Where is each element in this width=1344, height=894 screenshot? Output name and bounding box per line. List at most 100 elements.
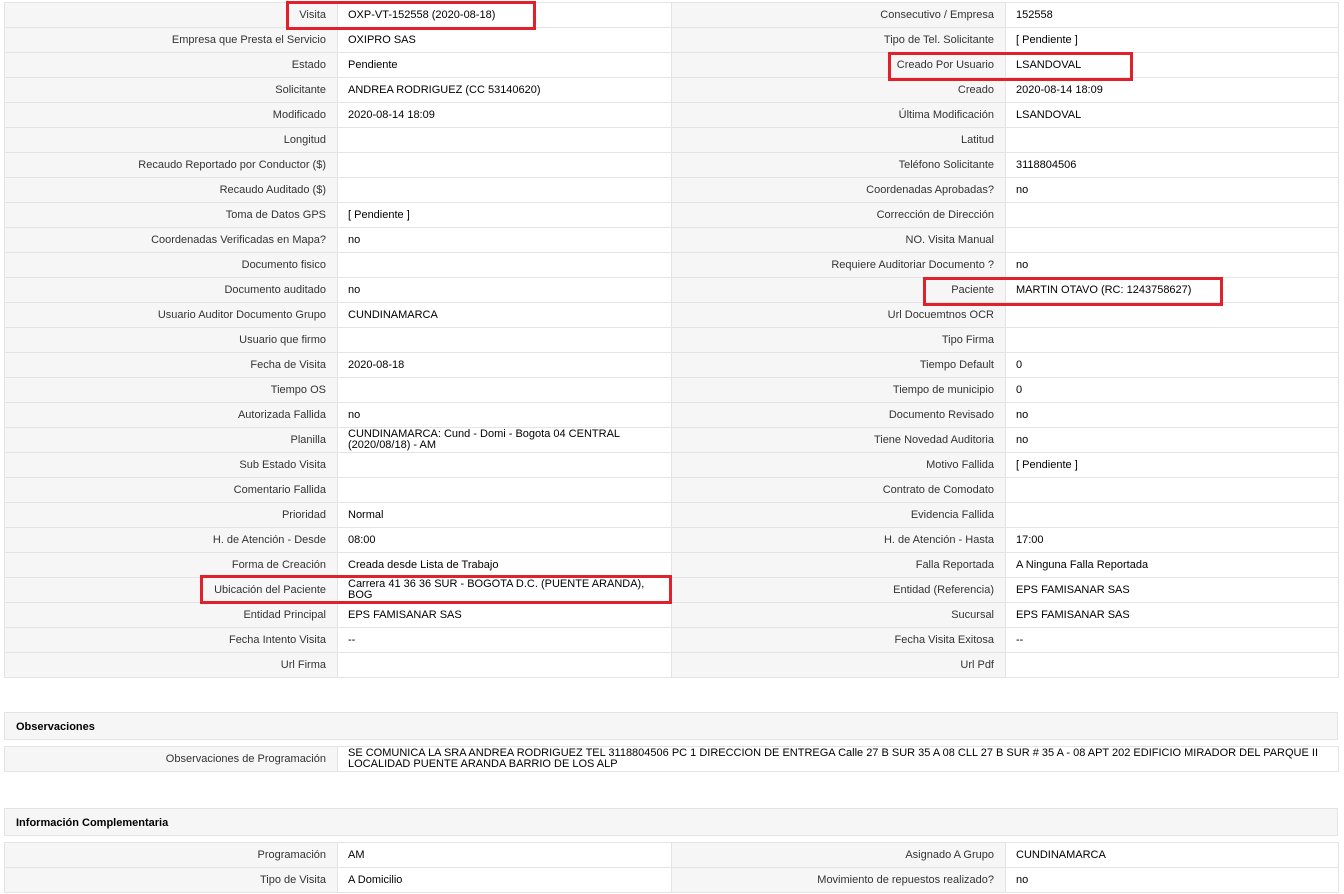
field-value (1005, 302, 1339, 328)
field-label: Empresa que Presta el Servicio (4, 27, 338, 53)
field-value: MARTIN OTAVO (RC: 1243758627) (1005, 277, 1339, 303)
field-value (337, 377, 672, 403)
table-row: Usuario que firmo Tipo Firma (4, 327, 1339, 353)
field-value (337, 452, 672, 478)
table-row: Solicitante ANDREA RODRIGUEZ (CC 53140620… (4, 77, 1339, 103)
field-value: no (337, 227, 672, 253)
field-value (1005, 477, 1339, 503)
field-label: Prioridad (4, 502, 338, 528)
field-label: Ubicación del Paciente (4, 577, 338, 603)
field-label: Autorizada Fallida (4, 402, 338, 428)
field-value: ANDREA RODRIGUEZ (CC 53140620) (337, 77, 672, 103)
table-row: Url Firma Url Pdf (4, 652, 1339, 678)
table-row: Fecha Intento Visita -- Fecha Visita Exito… (4, 627, 1339, 653)
field-value: Creada desde Lista de Trabajo (337, 552, 672, 578)
field-label: Visita (4, 2, 338, 28)
field-label: Sub Estado Visita (4, 452, 338, 478)
field-value: 17:00 (1005, 527, 1339, 553)
field-value: A Domicilio (337, 867, 672, 893)
field-value (1005, 227, 1339, 253)
table-row: Programación AM Asignado A Grupo CUNDINAMAR… (4, 842, 1339, 868)
field-label: NO. Visita Manual (671, 227, 1006, 253)
table-row: Prioridad Normal Evidencia Fallida (4, 502, 1339, 528)
field-value: CUNDINAMARCA (1005, 842, 1339, 868)
observaciones-table: Observaciones de Programación SE COMUNIC… (4, 746, 1339, 772)
field-label: Asignado A Grupo (671, 842, 1006, 868)
field-label: Requiere Auditoriar Documento ? (671, 252, 1006, 278)
field-label: Entidad Principal (4, 602, 338, 628)
field-label: Última Modificación (671, 102, 1006, 128)
table-row: Longitud Latitud (4, 127, 1339, 153)
table-row: Forma de Creación Creada desde Lista de T… (4, 552, 1339, 578)
field-label: Tiempo Default (671, 352, 1006, 378)
field-label: Tipo de Tel. Solicitante (671, 27, 1006, 53)
table-row: Documento fisico Requiere Auditoriar Docu… (4, 252, 1339, 278)
field-value: CUNDINAMARCA: Cund - Domi - Bogota 04 CE… (337, 427, 672, 453)
field-label: Url Firma (4, 652, 338, 678)
table-row: Estado Pendiente Creado Por Usuario LSANDOV… (4, 52, 1339, 78)
observaciones-header: Observaciones (4, 712, 1338, 740)
field-value: EPS FAMISANAR SAS (1005, 602, 1339, 628)
table-row: Empresa que Presta el Servicio OXIPRO SAS… (4, 27, 1339, 53)
field-value: 08:00 (337, 527, 672, 553)
field-label: Recaudo Auditado ($) (4, 177, 338, 203)
field-label: Forma de Creación (4, 552, 338, 578)
table-row: Documento auditado no Paciente MARTIN OTAVO… (4, 277, 1339, 303)
table-row: Fecha de Visita 2020-08-18 Tiempo Default 0 (4, 352, 1339, 378)
field-label: Recaudo Reportado por Conductor ($) (4, 152, 338, 178)
field-value: no (1005, 867, 1339, 893)
field-value: 2020-08-14 18:09 (1005, 77, 1339, 103)
observaciones-label: Observaciones de Programación (4, 746, 338, 772)
field-label: H. de Atención - Desde (4, 527, 338, 553)
field-value: LSANDOVAL (1005, 102, 1339, 128)
field-label: Tipo Firma (671, 327, 1006, 353)
field-value: 152558 (1005, 2, 1339, 28)
field-value: no (1005, 427, 1339, 453)
table-row: Planilla CUNDINAMARCA: Cund - Domi - Bogo… (4, 427, 1339, 453)
table-row: Recaudo Auditado ($) Coordenadas Aprobada… (4, 177, 1339, 203)
field-label: Paciente (671, 277, 1006, 303)
field-label: Coordenadas Verificadas en Mapa? (4, 227, 338, 253)
field-label: Entidad (Referencia) (671, 577, 1006, 603)
field-label: Url Pdf (671, 652, 1006, 678)
complementaria-title: Información Complementaria (16, 817, 169, 829)
field-value: LSANDOVAL (1005, 52, 1339, 78)
field-value: OXP-VT-152558 (2020-08-18) (337, 2, 672, 28)
table-row: Visita OXP-VT-152558 (2020-08-18) Consecut… (4, 2, 1339, 28)
field-value: no (1005, 177, 1339, 203)
field-value: no (1005, 402, 1339, 428)
field-label: Longitud (4, 127, 338, 153)
field-label: Solicitante (4, 77, 338, 103)
table-row: Autorizada Fallida no Documento Revisado no (4, 402, 1339, 428)
field-value (1005, 327, 1339, 353)
field-label: Creado (671, 77, 1006, 103)
field-value (1005, 202, 1339, 228)
field-label: Estado (4, 52, 338, 78)
field-label: Usuario que firmo (4, 327, 338, 353)
field-value: A Ninguna Falla Reportada (1005, 552, 1339, 578)
field-label: Teléfono Solicitante (671, 152, 1006, 178)
table-row: Sub Estado Visita Motivo Fallida[ Pendien… (4, 452, 1339, 478)
table-row: H. de Atención - Desde 08:00 H. de Atenció… (4, 527, 1339, 553)
field-label: Tipo de Visita (4, 867, 338, 893)
field-label: Documento Revisado (671, 402, 1006, 428)
table-row: Toma de Datos GPS[ Pendiente ] Corrección… (4, 202, 1339, 228)
table-row: Usuario Auditor Documento Grupo CUNDINAMA… (4, 302, 1339, 328)
field-label: Sucursal (671, 602, 1006, 628)
table-row: Tiempo OS Tiempo de municipio 0 (4, 377, 1339, 403)
field-label: Documento auditado (4, 277, 338, 303)
field-label: Documento fisico (4, 252, 338, 278)
observaciones-value: SE COMUNICA LA SRA ANDREA RODRIGUEZ TEL … (337, 746, 1339, 772)
field-value: CUNDINAMARCA (337, 302, 672, 328)
field-value: no (337, 402, 672, 428)
field-value: no (1005, 252, 1339, 278)
field-label: Contrato de Comodato (671, 477, 1006, 503)
field-value: -- (337, 627, 672, 653)
field-value: Normal (337, 502, 672, 528)
field-value: 0 (1005, 377, 1339, 403)
field-value: 3118804506 (1005, 152, 1339, 178)
field-value (1005, 652, 1339, 678)
field-label: Fecha Intento Visita (4, 627, 338, 653)
field-value: no (337, 277, 672, 303)
field-label: Tiempo de municipio (671, 377, 1006, 403)
